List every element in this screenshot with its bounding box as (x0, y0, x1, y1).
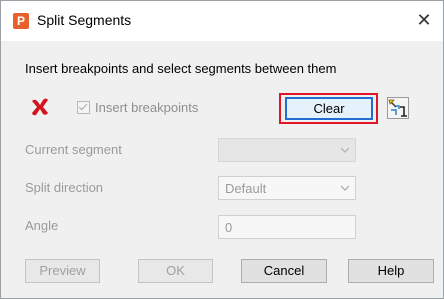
title-bar: P Split Segments ✕ (1, 1, 443, 41)
close-icon[interactable]: ✕ (413, 9, 435, 31)
angle-label: Angle (25, 218, 59, 233)
dialog-title: Split Segments (37, 12, 132, 28)
angle-value: 0 (225, 220, 233, 235)
current-segment-select[interactable] (218, 138, 356, 162)
split-direction-label: Split direction (25, 180, 104, 195)
preview-button[interactable]: Preview (25, 259, 100, 283)
angle-input[interactable]: 0 (218, 215, 356, 239)
ok-button[interactable]: OK (138, 259, 213, 283)
split-direction-select[interactable]: Default (218, 176, 356, 200)
segment-pick-button[interactable] (387, 97, 409, 119)
segment-pick-icon (388, 99, 407, 117)
cancel-button[interactable]: Cancel (241, 259, 327, 283)
help-button[interactable]: Help (348, 259, 434, 283)
app-logo-icon: P (13, 13, 29, 29)
chevron-down-icon (340, 147, 350, 153)
insert-breakpoints-checkbox[interactable]: Insert breakpoints (77, 99, 198, 115)
split-segments-dialog: P Split Segments ✕ Insert breakpoints an… (0, 0, 444, 299)
insert-breakpoints-label: Insert breakpoints (95, 99, 199, 115)
red-x-icon[interactable] (29, 97, 51, 117)
instruction-text: Insert breakpoints and select segments b… (25, 61, 337, 76)
checkbox-box[interactable] (77, 100, 90, 114)
split-direction-value: Default (225, 181, 267, 196)
clear-button[interactable]: Clear (285, 97, 373, 120)
current-segment-label: Current segment (25, 142, 122, 157)
chevron-down-icon (340, 185, 350, 191)
